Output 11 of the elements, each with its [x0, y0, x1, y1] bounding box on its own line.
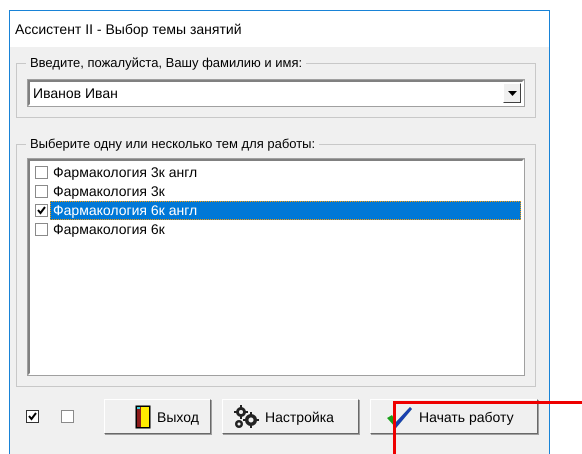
settings-button[interactable]: Настройка — [222, 399, 359, 434]
topic-item[interactable]: Фармакология 6к англ — [50, 201, 521, 220]
topic-item[interactable]: Фармакология 3к англ — [50, 163, 521, 182]
name-dropdown[interactable]: Иванов Иван — [28, 80, 524, 106]
window-title: Ассистент II - Выбор темы занятий — [15, 21, 242, 37]
topic-item[interactable]: Фармакология 3к — [50, 182, 521, 201]
group-label: Введите, пожалуйста, Вашу фамилию и имя: — [26, 55, 306, 70]
group-label: Выберите одну или несколько тем для работы: — [26, 136, 320, 151]
start-button[interactable]: Начать работу — [370, 399, 538, 434]
exit-button[interactable]: Выход — [104, 399, 211, 434]
topic-item[interactable]: Фармакология 6к — [50, 220, 521, 239]
